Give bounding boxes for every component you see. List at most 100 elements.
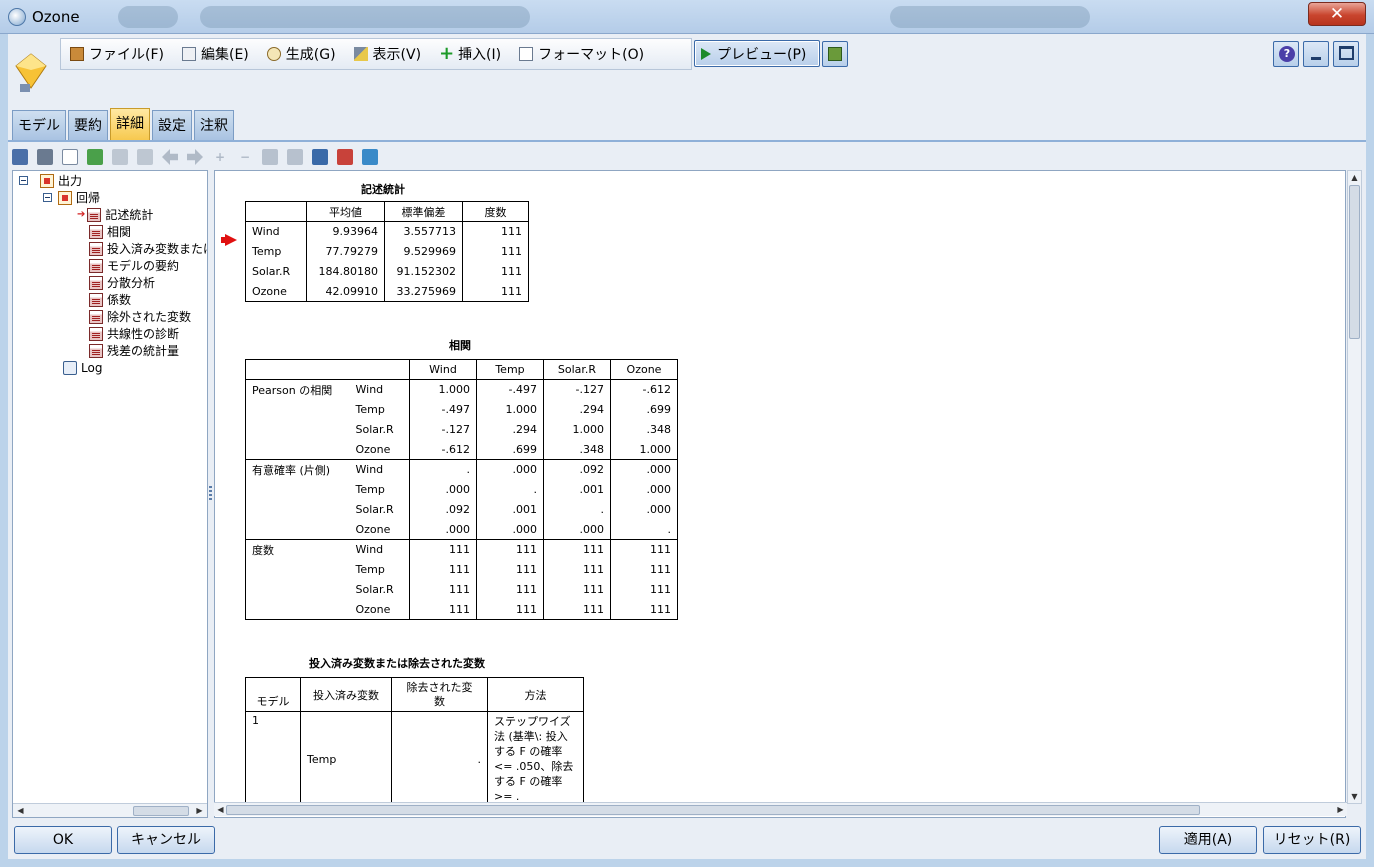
row-variable: Temp (355, 563, 385, 576)
table-row: Ozone 111 111 111 111 (245, 599, 678, 620)
insert-title-icon[interactable] (337, 149, 353, 165)
group-label (245, 479, 350, 500)
output-book-icon (40, 173, 54, 188)
tree-horizontal-scrollbar[interactable]: ◀ ▶ (13, 803, 207, 817)
pane-splitter-handle[interactable] (209, 486, 212, 500)
correlation-cell: .348 (543, 439, 611, 460)
menu-view-label: 表示(V) (372, 47, 422, 63)
print-icon[interactable] (37, 149, 53, 165)
reset-button[interactable]: リセット(R) (1263, 826, 1361, 854)
correlation-cell: -.497 (476, 379, 544, 400)
group-label (245, 419, 350, 440)
tab-settings[interactable]: 設定 (152, 110, 192, 140)
taskbar-ghost (200, 6, 530, 28)
help-button[interactable]: ? (1273, 41, 1299, 67)
collapse-icon[interactable]: − (237, 149, 253, 165)
print-preview-icon[interactable] (62, 149, 78, 165)
tab-advanced[interactable]: 詳細 (110, 108, 150, 140)
viewer-vertical-scrollbar[interactable]: ▲ ▼ (1347, 170, 1362, 804)
export-icon[interactable] (87, 149, 103, 165)
tree-node-output[interactable]: 出力 (19, 172, 82, 189)
correlation-cell: 111 (610, 539, 678, 560)
tree-item-anova[interactable]: 分散分析 (89, 274, 155, 291)
show-icon[interactable] (262, 149, 278, 165)
sd-cell: 33.275969 (384, 281, 463, 302)
tree-item-excluded-variables[interactable]: 除外された変数 (89, 308, 191, 325)
model-cell: 1 (245, 711, 301, 808)
tree-item-correlations[interactable]: 相関 (89, 223, 131, 240)
menu-format-label: フォーマット(O) (538, 47, 645, 63)
menu-format[interactable]: フォーマット(O) (510, 40, 653, 68)
n-cell: 111 (462, 221, 529, 242)
tree-item-coefficients[interactable]: 係数 (89, 291, 131, 308)
mean-cell: 42.09910 (306, 281, 385, 302)
undo-icon[interactable] (112, 149, 128, 165)
correlation-cell: -.127 (409, 419, 477, 440)
current-item-arrow-icon: ➔ (77, 209, 86, 220)
collapse-toggle-icon[interactable] (19, 176, 28, 185)
scroll-left-icon[interactable]: ◀ (215, 804, 226, 815)
save-icon[interactable] (12, 149, 28, 165)
collapse-toggle-icon[interactable] (43, 193, 52, 202)
tree-item-collinearity[interactable]: 共線性の診断 (89, 325, 179, 342)
column-header: Solar.R (543, 359, 611, 380)
tree-node-log[interactable]: Log (63, 359, 102, 376)
tree-node-regression[interactable]: 回帰 (43, 189, 100, 206)
scroll-thumb[interactable] (226, 805, 1200, 815)
tab-summary[interactable]: 要約 (68, 110, 108, 140)
corner-cell (245, 359, 410, 380)
scroll-up-icon[interactable]: ▲ (1349, 172, 1360, 183)
minimize-button[interactable] (1303, 41, 1329, 67)
menu-insert[interactable]: + 挿入(I) (430, 40, 510, 68)
correlation-cell: 111 (543, 579, 611, 600)
arrow-right-icon[interactable] (187, 149, 203, 165)
window-title: Ozone (32, 8, 80, 26)
hide-icon[interactable] (287, 149, 303, 165)
arrow-left-icon[interactable] (162, 149, 178, 165)
ok-button[interactable]: OK (14, 826, 112, 854)
group-label (245, 579, 350, 600)
file-icon (70, 47, 84, 61)
tab-annotations[interactable]: 注釈 (194, 110, 234, 140)
expand-icon[interactable]: + (212, 149, 228, 165)
row-variable: Wind (349, 379, 410, 400)
cancel-button[interactable]: キャンセル (117, 826, 215, 854)
scroll-left-icon[interactable]: ◀ (15, 805, 26, 816)
row-variable: Ozone (349, 519, 410, 540)
group-label (245, 439, 350, 460)
tab-model[interactable]: モデル (12, 110, 66, 140)
tree-item-descriptives[interactable]: ➔ 記述統計 (77, 206, 153, 223)
menu-file[interactable]: ファイル(F) (61, 40, 173, 68)
edit-icon (181, 47, 196, 61)
table-row: Solar.R 184.80180 91.152302 111 (245, 261, 529, 282)
tree-item-model-summary[interactable]: モデルの要約 (89, 257, 179, 274)
apply-button[interactable]: 適用(A) (1159, 826, 1257, 854)
column-header: 度数 (462, 201, 529, 222)
tree-item-variables-entered[interactable]: 投入済み変数または (89, 240, 207, 257)
scroll-right-icon[interactable]: ▶ (1335, 804, 1346, 815)
menu-generate-label: 生成(G) (285, 47, 336, 63)
row-variable: Solar.R (355, 583, 394, 596)
menu-edit[interactable]: 編集(E) (173, 40, 258, 68)
correlation-cell: .294 (543, 399, 611, 420)
correlation-cell: .000 (610, 499, 678, 520)
scroll-right-icon[interactable]: ▶ (194, 805, 205, 816)
correlation-cell: 111 (409, 559, 477, 580)
insert-text-icon[interactable] (362, 149, 378, 165)
generate-node-button[interactable] (822, 41, 848, 67)
menu-generate[interactable]: 生成(G) (258, 40, 345, 68)
correlation-cell: -.612 (409, 439, 477, 460)
tree-item-residuals[interactable]: 残差の統計量 (89, 342, 179, 359)
viewer-horizontal-scrollbar[interactable]: ◀ ▶ (214, 802, 1347, 816)
table-icon (89, 258, 103, 273)
close-button[interactable]: ✕ (1308, 2, 1366, 26)
insert-heading-icon[interactable] (312, 149, 328, 165)
scroll-thumb[interactable] (1349, 185, 1360, 339)
preview-button[interactable]: プレビュー(P) (694, 40, 820, 67)
scroll-thumb[interactable] (133, 806, 189, 816)
scroll-down-icon[interactable]: ▼ (1349, 791, 1360, 802)
app-icon (8, 8, 26, 26)
redo-icon[interactable] (137, 149, 153, 165)
maximize-button[interactable] (1333, 41, 1359, 67)
menu-view[interactable]: 表示(V) (345, 40, 431, 68)
